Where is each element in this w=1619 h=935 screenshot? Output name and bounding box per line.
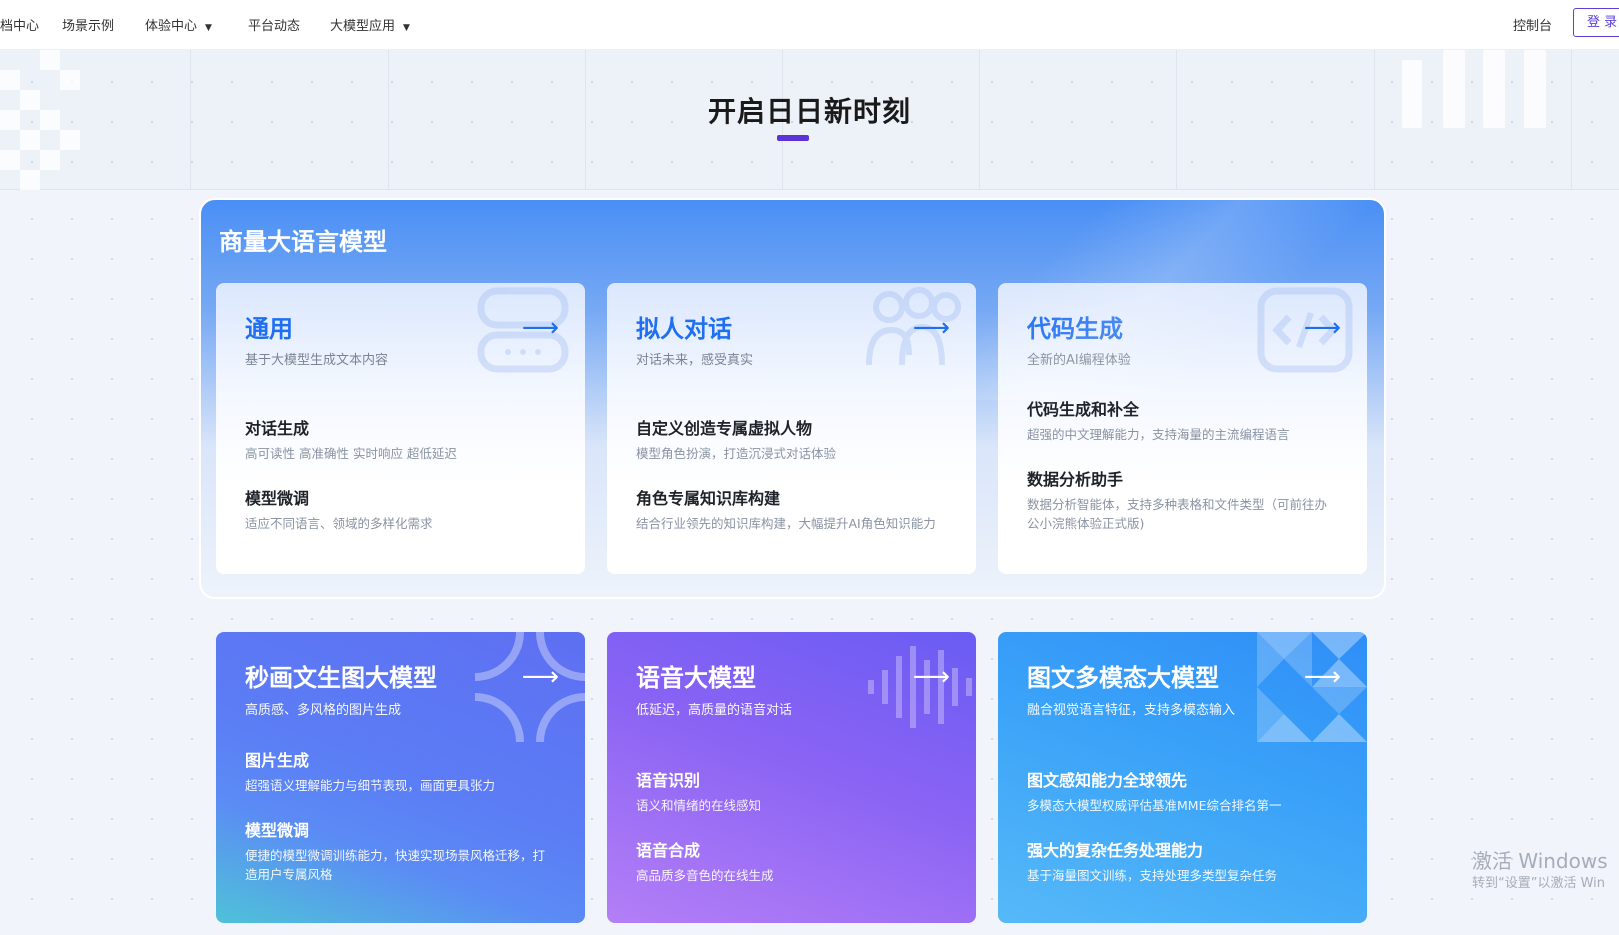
feature-item: 角色专属知识库构建 结合行业领先的知识库构建，大幅提升AI角色知识能力 [636,485,936,533]
nav-item-experience[interactable]: 体验中心 ▼ [145,15,212,34]
feature-desc: 模型角色扮演，打造沉浸式对话体验 [636,446,837,461]
windows-activation-watermark: 激活 Windows [1472,849,1608,873]
card-subtitle: 全新的AI编程体验 [1027,353,1131,368]
feature-desc: 结合行业领先的知识库构建，大幅提升AI角色知识能力 [636,516,936,531]
arrow-right-icon[interactable]: ⟶ [1304,662,1341,692]
feature-item: 数据分析助手 数据分析智能体，支持多种表格和文件类型（可前往办公小浣熊体验正式版… [1027,466,1337,533]
feature-name: 强大的复杂任务处理能力 [1027,841,1204,860]
model-card-general[interactable]: 通用 基于大模型生成文本内容 ⟶ 对话生成 高可读性 高准确性 实时响应 超低延… [216,283,585,574]
pixel-decoration [60,70,80,90]
card-subtitle: 低延迟，高质量的语音对话 [636,703,793,718]
feature-name: 图片生成 [245,751,310,770]
caret-down-icon: ▼ [205,23,212,33]
page-title: 开启日日新时刻 [707,95,911,128]
card-title: 图文多模态大模型 [1027,664,1219,692]
pixel-decoration [40,50,60,70]
card-subtitle: 融合视觉语言特征，支持多模态输入 [1027,703,1236,718]
feature-name: 数据分析助手 [1027,470,1124,489]
pixel-decoration [40,150,60,170]
feature-desc: 数据分析智能体，支持多种表格和文件类型（可前往办公小浣熊体验正式版) [1027,497,1328,531]
feature-item: 代码生成和补全 超强的中文理解能力，支持海量的主流编程语言 [1027,396,1347,444]
card-subtitle: 基于大模型生成文本内容 [245,353,389,368]
pixel-decoration [60,130,80,150]
arrow-right-icon[interactable]: ⟶ [913,662,950,692]
card-subtitle: 高质感、多风格的图片生成 [245,703,402,718]
nav-item-docs[interactable]: 档中心 [0,15,39,34]
feature-desc: 高品质多音色的在线生成 [636,868,774,883]
card-title: 通用 [245,315,293,343]
nav-item-news[interactable]: 平台动态 [248,15,300,34]
nav-item-label: 大模型应用 [330,19,396,34]
nav-item-label: 体验中心 [145,19,198,34]
hero-section: 开启日日新时刻 [0,50,1619,190]
feature-name: 对话生成 [245,419,310,438]
windows-activation-hint: 转到“设置”以激活 Win [1472,876,1606,891]
panel-title: 商量大语言模型 [219,228,387,256]
nav-item-scenes[interactable]: 场景示例 [62,15,114,34]
card-title: 秒画文生图大模型 [245,664,437,692]
feature-item: 图片生成 超强语义理解能力与细节表现，画面更具张力 [245,747,565,795]
feature-item: 模型微调 适应不同语言、领域的多样化需求 [245,485,433,533]
model-card-persona[interactable]: 拟人对话 对话未来，感受真实 ⟶ 自定义创造专属虚拟人物 模型角色扮演，打造沉浸… [607,283,976,574]
console-link[interactable]: 控制台 [1513,15,1552,34]
card-subtitle: 对话未来，感受真实 [636,353,754,368]
feature-desc: 语义和情绪的在线感知 [636,798,762,813]
feature-name: 语音识别 [636,771,701,790]
nav-item-label: 平台动态 [248,19,301,34]
pixel-decoration [20,170,40,190]
arrow-right-icon[interactable]: ⟶ [522,313,559,343]
model-card-text-to-image[interactable]: 秒画文生图大模型 高质感、多风格的图片生成 ⟶ 图片生成 超强语义理解能力与细节… [216,632,585,923]
code-icon [1257,287,1353,373]
people-icon [866,287,961,366]
pixel-decoration [20,130,40,150]
feature-item: 自定义创造专属虚拟人物 模型角色扮演，打造沉浸式对话体验 [636,415,836,463]
commercial-llm-panel: 商量大语言模型 通用 基于大模型生成文本内容 ⟶ 对话生成 高可读性 高准确性 … [199,198,1386,599]
feature-desc: 便捷的模型微调训练能力，快速实现场景风格迁移，打造用户专属风格 [245,848,546,882]
top-nav-bar: 档中心 场景示例 体验中心 ▼ 平台动态 大模型应用 ▼ 控制台 登 录 [0,0,1619,50]
feature-desc: 多模态大模型权威评估基准MME综合排名第一 [1027,798,1282,813]
feature-desc: 超强的中文理解能力，支持海量的主流编程语言 [1027,427,1290,442]
feature-item: 模型微调 便捷的模型微调训练能力，快速实现场景风格迁移，打造用户专属风格 [245,817,555,884]
feature-desc: 超强语义理解能力与细节表现，画面更具张力 [245,778,496,793]
feature-name: 模型微调 [245,821,310,840]
feature-item: 强大的复杂任务处理能力 基于海量图文训练，支持处理多类型复杂任务 [1027,837,1277,885]
feature-name: 模型微调 [245,489,310,508]
feature-name: 语音合成 [636,841,701,860]
card-title: 语音大模型 [636,664,756,692]
feature-name: 图文感知能力全球领先 [1027,771,1188,790]
console-label: 控制台 [1513,19,1553,34]
feature-item: 语音识别 语义和情绪的在线感知 [636,767,761,815]
arrow-right-icon[interactable]: ⟶ [913,313,950,343]
arrow-right-icon[interactable]: ⟶ [522,662,559,692]
feature-desc: 基于海量图文训练，支持处理多类型复杂任务 [1027,868,1278,883]
card-title: 代码生成 [1027,315,1123,343]
feature-item: 语音合成 高品质多音色的在线生成 [636,837,774,885]
feature-desc: 适应不同语言、领域的多样化需求 [245,516,433,531]
nav-item-apps[interactable]: 大模型应用 ▼ [330,15,410,34]
model-card-code[interactable]: 代码生成 全新的AI编程体验 ⟶ 代码生成和补全 超强的中文理解能力，支持海量的… [998,283,1367,574]
model-card-voice[interactable]: 语音大模型 低延迟，高质量的语音对话 ⟶ 语音识别 语义和情绪的在线感知 语音合… [607,632,976,923]
nav-item-label: 场景示例 [62,19,115,34]
feature-name: 角色专属知识库构建 [636,489,781,508]
feature-item: 对话生成 高可读性 高准确性 实时响应 超低延迟 [245,415,457,463]
title-underline [777,135,809,141]
nav-item-label: 档中心 [0,19,40,34]
pixel-decoration [0,150,20,170]
pixel-decoration [0,70,20,90]
feature-item: 图文感知能力全球领先 多模态大模型权威评估基准MME综合排名第一 [1027,767,1281,815]
login-button[interactable]: 登 录 [1573,8,1619,37]
arrow-right-icon[interactable]: ⟶ [1304,313,1341,343]
feature-desc: 高可读性 高准确性 实时响应 超低延迟 [245,446,457,461]
card-title: 拟人对话 [636,315,732,343]
feature-name: 代码生成和补全 [1027,400,1140,419]
model-card-multimodal[interactable]: 图文多模态大模型 融合视觉语言特征，支持多模态输入 ⟶ 图文感知能力全球领先 多… [998,632,1367,923]
caret-down-icon: ▼ [403,23,410,33]
feature-name: 自定义创造专属虚拟人物 [636,419,813,438]
